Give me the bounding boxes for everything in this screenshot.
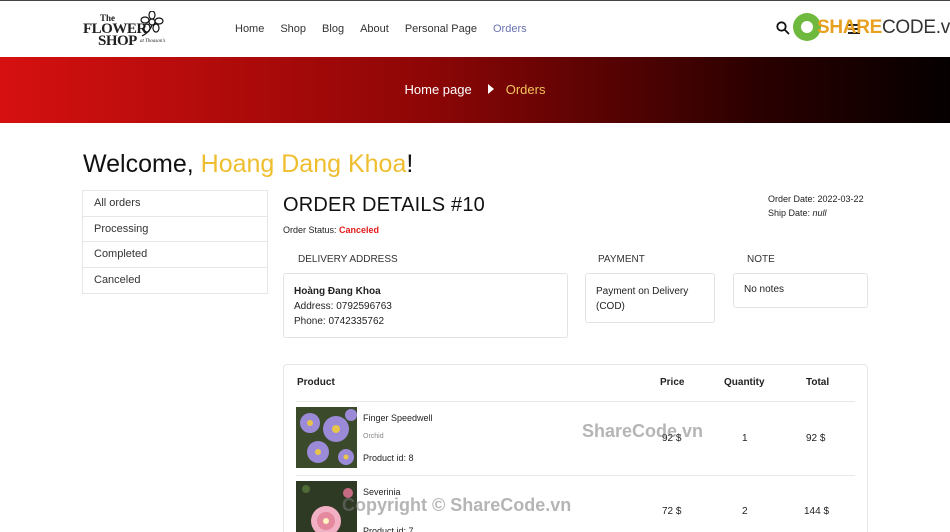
hero-banner: Home page Orders — [0, 57, 950, 123]
recipient-address: Address: 0792596763 — [294, 301, 392, 312]
payment-method: Payment on Delivery (COD) — [596, 286, 689, 312]
order-status: Order Status: Canceled — [283, 225, 379, 235]
header-divider — [296, 401, 855, 402]
breadcrumb-home[interactable]: Home page — [405, 82, 472, 97]
order-date: Order Date: 2022-03-22 — [768, 192, 864, 206]
brand-part-1: SHARE — [817, 17, 883, 38]
delivery-address-card: Hoàng Đang Khoa Address: 0792596763 Phon… — [283, 273, 568, 338]
col-header-quantity: Quantity — [724, 377, 765, 388]
nav-orders[interactable]: Orders — [493, 23, 527, 35]
nav-personal-page[interactable]: Personal Page — [405, 23, 477, 35]
copyright-watermark: Copyright © ShareCode.vn — [342, 495, 572, 515]
note-card: No notes — [733, 273, 868, 308]
product-id: Product id: 7 — [363, 526, 414, 532]
top-navbar: The FLOWER SHOP at Thoason's Home Shop B… — [0, 0, 950, 57]
order-date-value: 2022-03-22 — [817, 194, 864, 204]
row-quantity: 1 — [742, 433, 748, 444]
nav-home[interactable]: Home — [235, 23, 264, 35]
payment-card: Payment on Delivery (COD) — [585, 273, 715, 323]
logo-line-3: SHOP — [98, 33, 137, 49]
search-icon[interactable] — [776, 21, 790, 35]
welcome-user-name: Hoang Dang Khoa — [200, 150, 407, 178]
breadcrumb-arrow-icon — [487, 84, 494, 94]
order-status-label: Order Status: — [283, 225, 340, 235]
order-title: ORDER DETAILS #10 — [283, 194, 485, 216]
row-total: 144 $ — [804, 506, 830, 517]
sharecode-brand: SHARECODE.vn — [793, 13, 950, 41]
note-heading: NOTE — [747, 254, 775, 265]
delivery-heading: DELIVERY ADDRESS — [298, 254, 398, 265]
logo-tagline: at Thoason's — [140, 39, 166, 44]
sidebar-item-completed[interactable]: Completed — [83, 242, 267, 268]
welcome-suffix: ! — [406, 150, 414, 178]
sidebar-item-all-orders[interactable]: All orders — [83, 191, 267, 217]
welcome-heading: Welcome, Hoang Dang Khoa! — [83, 150, 413, 179]
product-image-finger-speedwell[interactable] — [296, 407, 357, 468]
payment-heading: PAYMENT — [598, 254, 645, 265]
nav-blog[interactable]: Blog — [322, 23, 344, 35]
flower-shop-logo[interactable]: The FLOWER SHOP at Thoason's — [82, 11, 172, 49]
row-quantity: 2 — [742, 506, 748, 517]
brand-part-2: CODE.vn — [882, 17, 950, 38]
breadcrumb: Home page Orders — [0, 82, 950, 97]
product-id: Product id: 8 — [363, 453, 414, 463]
sharecode-text: SHARECODE.vn — [817, 17, 950, 39]
nav-about[interactable]: About — [360, 23, 389, 35]
recipient-name: Hoàng Đang Khoa — [294, 286, 381, 297]
nav-shop[interactable]: Shop — [280, 23, 306, 35]
row-price: 72 $ — [662, 506, 682, 517]
welcome-prefix: Welcome, — [83, 150, 201, 178]
ship-date-value: null — [812, 208, 827, 218]
recipient-phone: Phone: 0742335762 — [294, 316, 385, 327]
row-divider — [296, 475, 855, 476]
order-dates: Order Date: 2022-03-22 Ship Date: null — [768, 192, 864, 220]
sidebar-item-canceled[interactable]: Canceled — [83, 268, 267, 294]
order-date-label: Order Date: — [768, 194, 818, 204]
breadcrumb-current: Orders — [505, 82, 546, 97]
flower-icon — [140, 11, 164, 37]
product-category: Orchid — [363, 433, 384, 440]
watermark-text: ShareCode.vn — [582, 421, 704, 441]
ship-date: Ship Date: null — [768, 206, 864, 220]
status-badge: Canceled — [339, 225, 380, 235]
col-header-total: Total — [806, 377, 830, 388]
col-header-product: Product — [297, 377, 335, 388]
orders-sidebar: All orders Processing Completed Canceled — [82, 190, 268, 294]
row-total: 92 $ — [806, 433, 826, 444]
ship-date-label: Ship Date: — [768, 208, 813, 218]
sidebar-item-processing[interactable]: Processing — [83, 217, 267, 242]
main-nav: Home Shop Blog About Personal Page Order… — [235, 23, 543, 35]
col-header-price: Price — [660, 377, 685, 388]
note-text: No notes — [744, 284, 785, 295]
product-name[interactable]: Finger Speedwell — [363, 413, 433, 423]
